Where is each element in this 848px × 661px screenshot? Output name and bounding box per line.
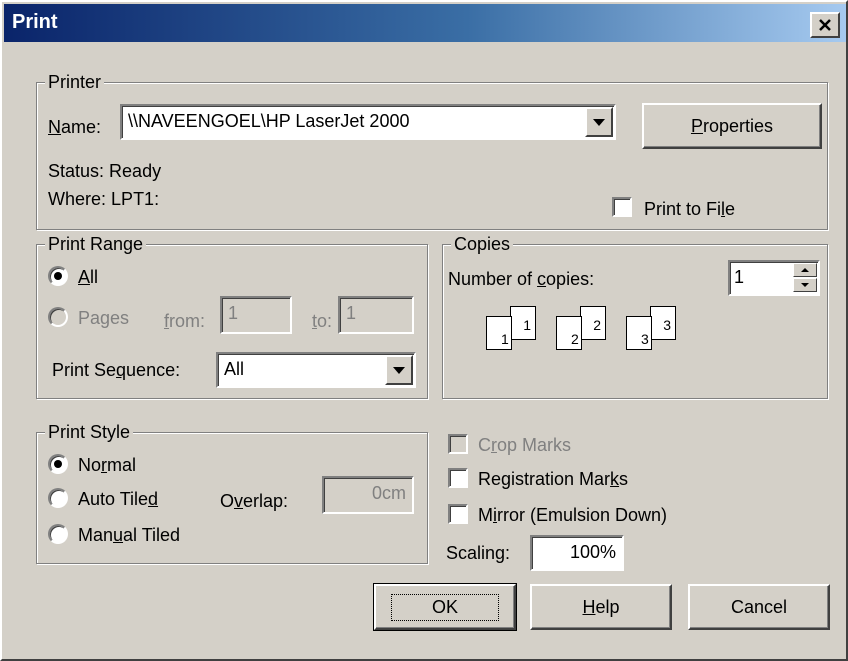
- collate-page-front: 2: [556, 316, 582, 350]
- collate-page-back: 1: [510, 306, 536, 340]
- where-text: Where: LPT1:: [48, 188, 159, 210]
- style-normal-radio[interactable]: [48, 454, 68, 474]
- collate-page-back: 3: [650, 306, 676, 340]
- print-style-group-label: Print Style: [45, 421, 134, 443]
- range-all-label: All: [78, 267, 99, 287]
- copies-value: 1: [734, 267, 745, 287]
- title-bar[interactable]: Print: [4, 4, 846, 42]
- where-value: LPT1:: [111, 189, 160, 209]
- style-normal-label: Normal: [78, 455, 137, 475]
- collate-page-front: 1: [486, 316, 512, 350]
- chevron-down-icon: [393, 366, 405, 374]
- help-button-label: Help: [582, 596, 620, 617]
- arrow-up-icon: [801, 268, 809, 272]
- print-sequence-dropdown-button[interactable]: [385, 355, 413, 385]
- overlap-label: Overlap:: [220, 491, 289, 511]
- style-manual-tiled-label: Manual Tiled: [78, 525, 181, 545]
- collate-page-back: 2: [580, 306, 606, 340]
- radio-selected-dot: [54, 272, 62, 280]
- spin-down-button[interactable]: [793, 278, 817, 292]
- scaling-value: 100%: [569, 542, 616, 562]
- crop-marks-checkbox[interactable]: [448, 434, 468, 454]
- dialog-title: Print: [12, 11, 58, 33]
- print-to-file-checkbox[interactable]: [612, 197, 632, 217]
- to-label: to:: [312, 311, 333, 331]
- status-value: Ready: [109, 161, 162, 181]
- range-pages-radio[interactable]: [48, 307, 68, 327]
- crop-marks-label: Crop Marks: [478, 435, 572, 455]
- mirror-label: Mirror (Emulsion Down): [478, 505, 668, 525]
- range-all-radio[interactable]: [48, 266, 68, 286]
- copies-group-label: Copies: [451, 233, 514, 255]
- range-pages-label: Pages: [78, 308, 130, 328]
- where-label: Where:: [48, 189, 107, 209]
- to-input[interactable]: 1: [338, 296, 414, 334]
- properties-button[interactable]: Properties: [642, 103, 822, 149]
- print-sequence-label: Print Sequence:: [52, 360, 181, 380]
- from-label: from:: [164, 311, 206, 331]
- style-auto-tiled-label: Auto Tiled: [78, 489, 159, 509]
- copies-spinner[interactable]: 1: [728, 260, 820, 296]
- overlap-value: 0cm: [371, 483, 406, 503]
- print-sequence-value: All: [224, 359, 245, 379]
- from-value: 1: [228, 303, 239, 323]
- radio-selected-dot: [54, 460, 62, 468]
- registration-marks-checkbox[interactable]: [448, 468, 468, 488]
- printer-name-dropdown-button[interactable]: [585, 107, 613, 137]
- status-label: Status:: [48, 161, 105, 181]
- collate-page-front: 3: [626, 316, 652, 350]
- number-of-copies-label: Number of copies:: [448, 269, 595, 289]
- from-input[interactable]: 1: [220, 296, 292, 334]
- print-to-file-label: Print to File: [644, 199, 736, 219]
- close-icon: [819, 19, 831, 31]
- ok-button-label: OK: [390, 593, 499, 621]
- printer-group-label: Printer: [45, 71, 105, 93]
- scaling-input[interactable]: 100%: [530, 535, 624, 571]
- style-auto-tiled-radio[interactable]: [48, 488, 68, 508]
- style-manual-tiled-radio[interactable]: [48, 524, 68, 544]
- mirror-checkbox[interactable]: [448, 504, 468, 524]
- ok-button[interactable]: OK: [373, 583, 517, 631]
- spin-up-button[interactable]: [793, 263, 817, 277]
- chevron-down-icon: [593, 118, 605, 126]
- printer-name-label: Name:: [48, 117, 102, 137]
- print-range-group-label: Print Range: [45, 233, 147, 255]
- print-dialog: Print Printer Name: \\NAVEENGOEL\HP Lase…: [0, 0, 848, 661]
- registration-marks-label: Registration Marks: [478, 469, 629, 489]
- arrow-down-icon: [801, 283, 809, 287]
- cancel-button-label: Cancel: [730, 596, 788, 617]
- status-text: Status: Ready: [48, 160, 161, 182]
- help-button[interactable]: Help: [530, 584, 672, 630]
- properties-button-label: Properties: [690, 115, 774, 136]
- cancel-button[interactable]: Cancel: [688, 584, 830, 630]
- printer-name-value: \\NAVEENGOEL\HP LaserJet 2000: [128, 111, 410, 131]
- to-value: 1: [346, 303, 357, 323]
- print-sequence-select[interactable]: All: [216, 352, 416, 388]
- overlap-input[interactable]: 0cm: [322, 476, 414, 514]
- printer-name-select[interactable]: \\NAVEENGOEL\HP LaserJet 2000: [120, 104, 616, 140]
- close-button[interactable]: [810, 12, 840, 38]
- scaling-label: Scaling:: [446, 543, 511, 563]
